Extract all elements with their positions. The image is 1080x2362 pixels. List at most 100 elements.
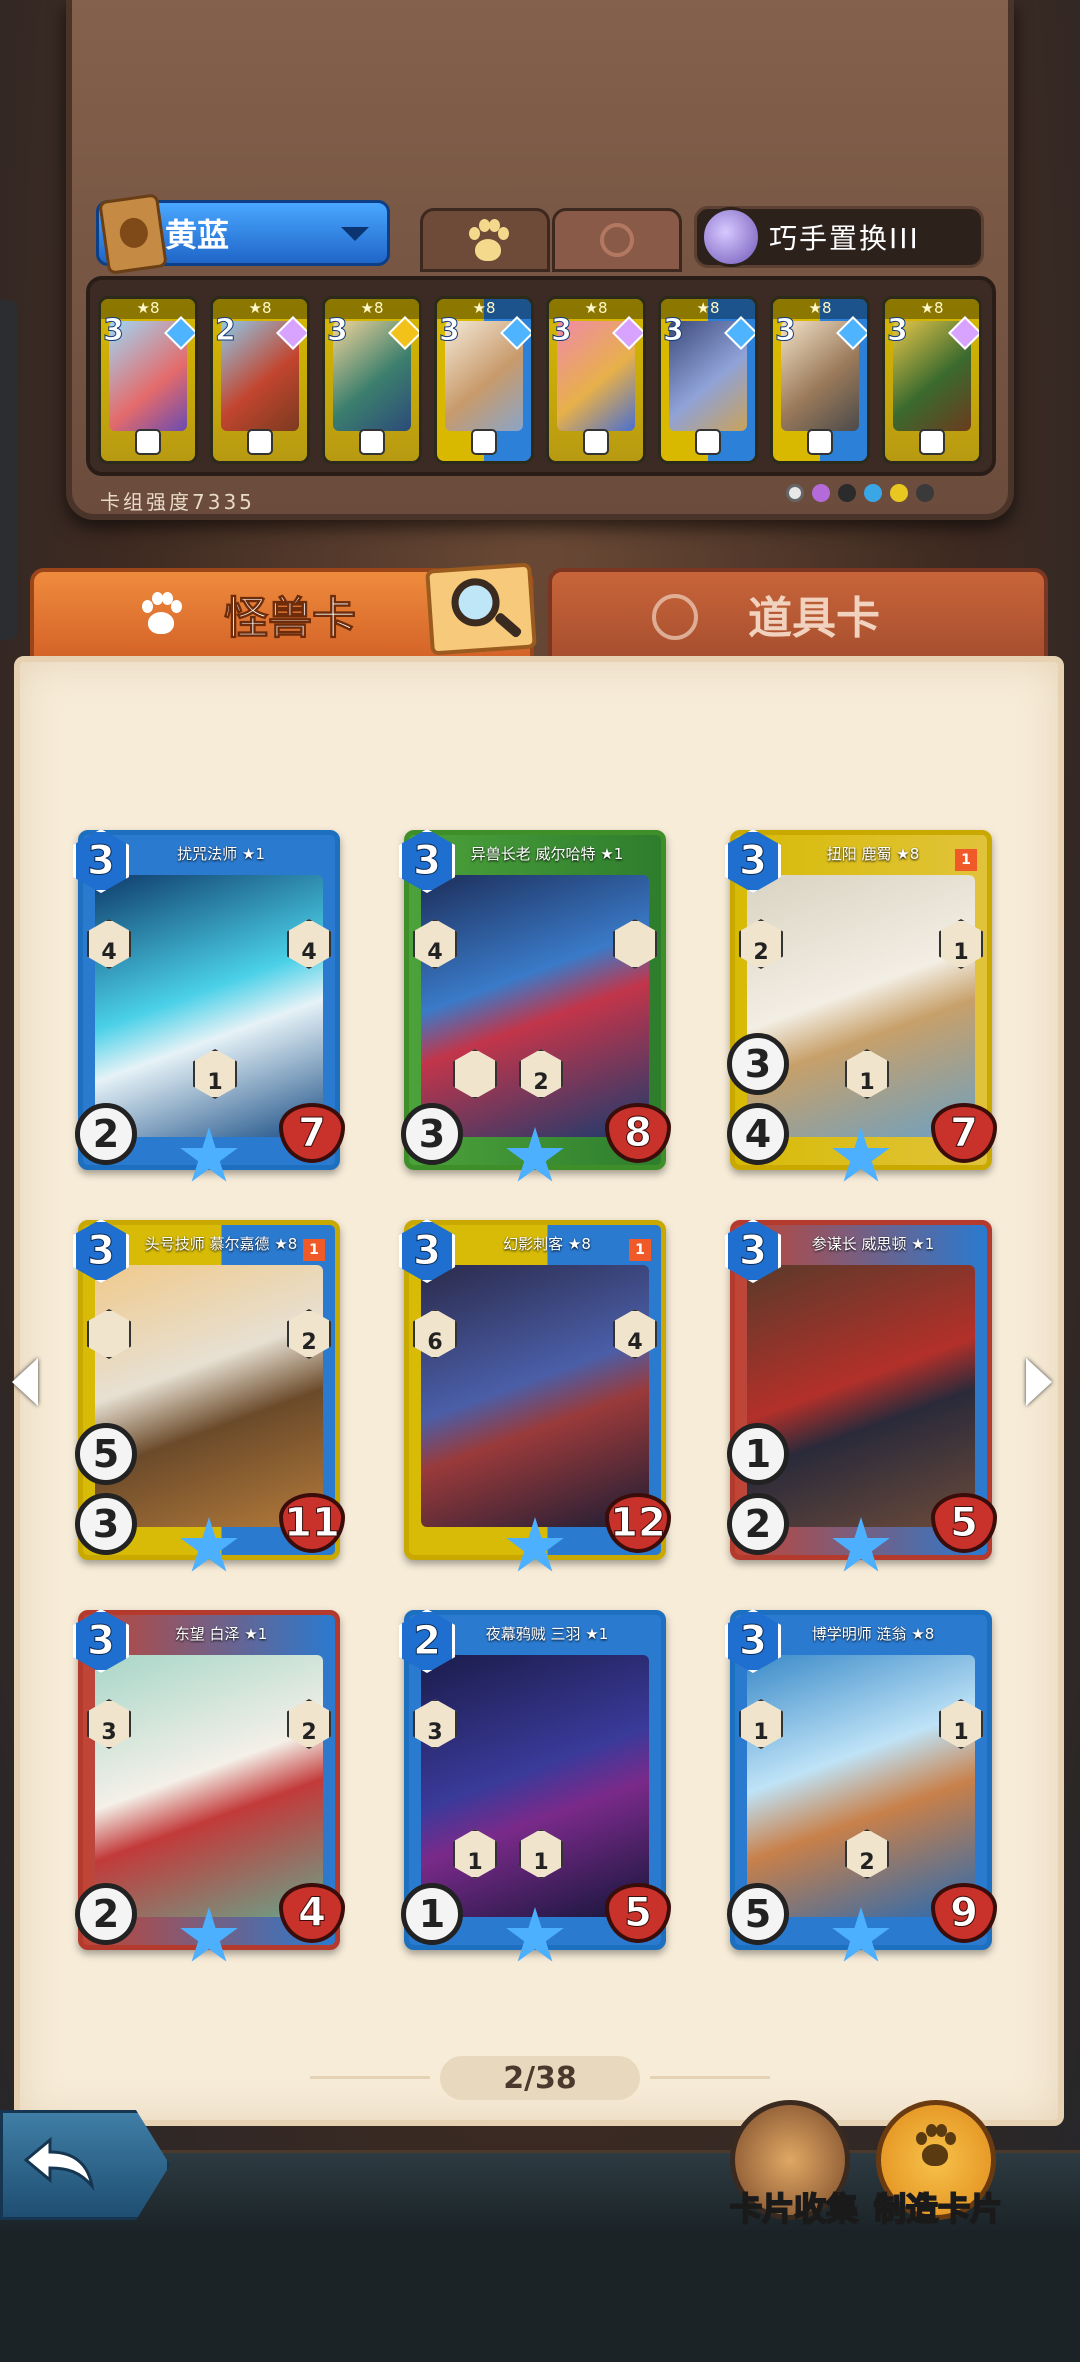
search-icon [449, 576, 502, 628]
monster-card[interactable]: 博学明师 涟翁 ★8 3 1 1 2 5 9 [725, 1609, 997, 1962]
paw-icon [138, 592, 184, 638]
game-screen: 黄蓝 巧手置换III ★8 3 ★8 2 ★8 3 ★8 3 ★8 3 ★8 3… [0, 0, 1080, 2362]
deck-name: 黄蓝 [165, 216, 230, 254]
deck-selector[interactable]: 黄蓝 [96, 193, 390, 275]
card-cost: 3 [775, 313, 797, 349]
card-art [747, 1655, 975, 1917]
card-dice-value: 1 [401, 1883, 463, 1945]
element-dot-icon [864, 484, 882, 502]
search-button[interactable] [425, 562, 537, 656]
element-dot-icon [786, 484, 804, 502]
element-dot-icon [890, 484, 908, 502]
dice-icon [471, 429, 497, 455]
card-name: 异兽长老 威尔哈特 ★1 [470, 845, 624, 863]
monster-card[interactable]: 参谋长 威思顿 ★1 3 1 2 5 [725, 1219, 997, 1572]
card-dice-value: 3 [401, 1103, 463, 1165]
card-dice-value: 4 [727, 1103, 789, 1165]
card-cost: 3 [663, 313, 685, 349]
card-dice-value-extra: 3 [727, 1033, 789, 1095]
element-dot-icon [838, 484, 856, 502]
card-name: 头号技师 慕尔嘉德 ★8 [144, 1235, 298, 1253]
card-art [421, 1655, 649, 1917]
paw-icon [465, 219, 511, 265]
deck-card-strip: ★8 3 ★8 2 ★8 3 ★8 3 ★8 3 ★8 3 ★8 3 ★8 3 [86, 276, 996, 476]
card-collection-label: 卡片收集 [729, 2189, 859, 2229]
element-dot-icon [916, 484, 934, 502]
element-summary [786, 484, 934, 502]
card-art [747, 1265, 975, 1527]
card-cost: 3 [551, 313, 573, 349]
monster-card[interactable]: 东望 白泽 ★1 3 3 2 2 4 [73, 1609, 345, 1962]
card-art [421, 1265, 649, 1527]
deck-card[interactable]: ★8 3 [658, 296, 758, 464]
monster-card[interactable]: 夜幕鸦贼 三羽 ★1 2 3 1 1 1 5 [399, 1609, 671, 1962]
deck-card[interactable]: ★8 2 [210, 296, 310, 464]
swap-skill-box[interactable]: 巧手置换III [694, 206, 984, 268]
card-cost: 3 [439, 313, 461, 349]
card-name: 东望 白泽 ★1 [174, 1625, 268, 1643]
card-dice-value-extra: 5 [75, 1423, 137, 1485]
monster-card[interactable]: 扰咒法师 ★1 3 4 4 1 2 7 [73, 829, 345, 1182]
deck-card[interactable]: ★8 3 [98, 296, 198, 464]
chevron-down-icon [341, 227, 369, 241]
page-indicator: 2/38 [440, 2056, 640, 2100]
card-art [95, 875, 323, 1137]
bottom-fill [0, 2230, 1080, 2362]
side-strip [0, 300, 18, 640]
card-name: 博学明师 涟翁 ★8 [811, 1625, 935, 1643]
deck-card[interactable]: ★8 3 [770, 296, 870, 464]
card-health-value: 8 [605, 1103, 671, 1163]
pager-divider [310, 2076, 430, 2079]
card-health-value: 12 [605, 1493, 671, 1553]
card-dice-value: 5 [727, 1883, 789, 1945]
card-dice-value: 3 [75, 1493, 137, 1555]
card-health-value: 5 [931, 1493, 997, 1553]
deck-book-icon [98, 193, 168, 275]
tab-item-label: 道具卡 [748, 593, 880, 644]
dice-icon [583, 429, 609, 455]
card-health-value: 5 [605, 1883, 671, 1943]
card-art [95, 1265, 323, 1527]
paw-icon [912, 2124, 958, 2170]
deck-tab-monster[interactable] [420, 208, 550, 272]
card-dice-value: 2 [75, 1883, 137, 1945]
flask-icon [600, 223, 634, 257]
tab-item-cards[interactable]: 道具卡 [548, 568, 1048, 660]
card-health-value: 11 [279, 1493, 345, 1553]
card-cost: 3 [327, 313, 349, 349]
monster-card[interactable]: 头号技师 慕尔嘉德 ★8 1 3 2 5 3 11 [73, 1219, 345, 1572]
card-dice-value-extra: 1 [727, 1423, 789, 1485]
craft-card-label: 制造卡片 [873, 2189, 1003, 2229]
dice-icon [919, 429, 945, 455]
new-flag-badge: 1 [303, 1239, 325, 1261]
card-name: 夜幕鸦贼 三羽 ★1 [485, 1625, 609, 1643]
deck-card[interactable]: ★8 3 [882, 296, 982, 464]
dice-icon [359, 429, 385, 455]
next-page-arrow-icon[interactable] [1026, 1358, 1052, 1406]
card-dice-value: 2 [75, 1103, 137, 1165]
deck-card[interactable]: ★8 3 [546, 296, 646, 464]
card-name: 幻影刺客 ★8 [503, 1235, 591, 1253]
card-health-value: 4 [279, 1883, 345, 1943]
monster-card[interactable]: 异兽长老 威尔哈特 ★1 3 4 2 3 8 [399, 829, 671, 1182]
monster-card[interactable]: 幻影刺客 ★8 1 3 6 4 12 [399, 1219, 671, 1572]
dice-icon [807, 429, 833, 455]
back-arrow-icon [23, 2136, 95, 2192]
prev-page-arrow-icon[interactable] [12, 1358, 38, 1406]
tab-monster-label: 怪兽卡 [224, 593, 357, 645]
swap-avatar-icon [701, 207, 761, 267]
deck-card[interactable]: ★8 3 [322, 296, 422, 464]
flask-icon [652, 594, 698, 640]
card-name: 扭阳 鹿蜀 ★8 [826, 845, 920, 863]
new-flag-badge: 1 [955, 849, 977, 871]
card-art [95, 1655, 323, 1917]
deck-card[interactable]: ★8 3 [434, 296, 534, 464]
dice-icon [247, 429, 273, 455]
monster-card[interactable]: 扭阳 鹿蜀 ★8 1 3 2 1 3 1 4 7 [725, 829, 997, 1182]
new-flag-badge: 1 [629, 1239, 651, 1261]
card-cost: 3 [887, 313, 909, 349]
swap-skill-label: 巧手置换III [769, 222, 920, 255]
card-health-value: 9 [931, 1883, 997, 1943]
deck-tab-item[interactable] [552, 208, 682, 272]
card-health-value: 7 [279, 1103, 345, 1163]
